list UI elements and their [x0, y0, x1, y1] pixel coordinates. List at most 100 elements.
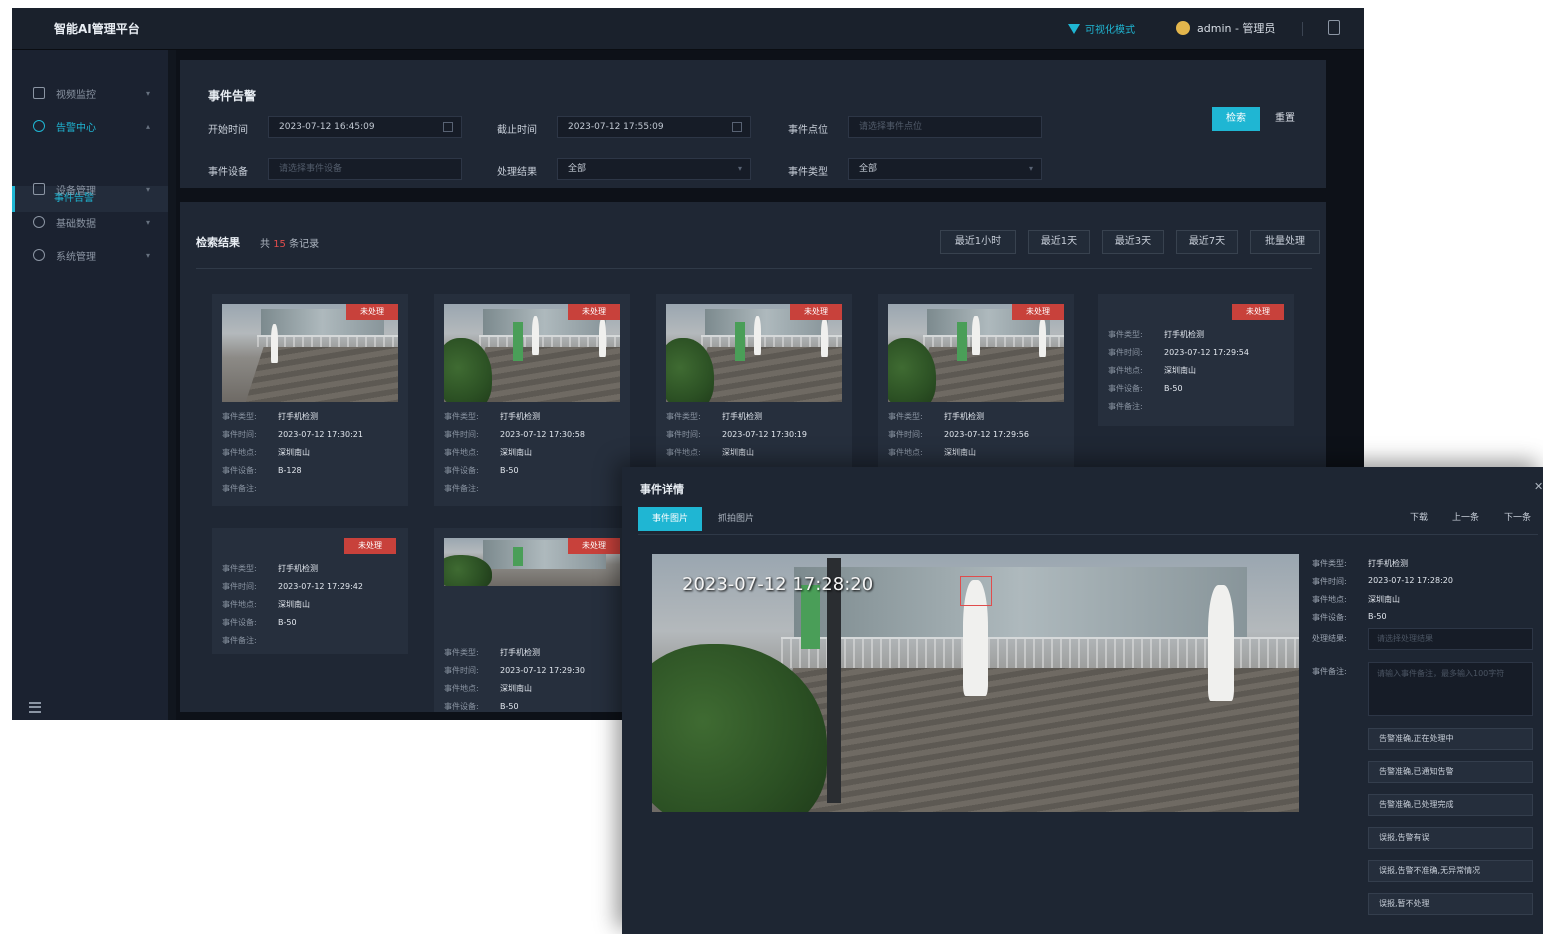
scene-sign: [956, 321, 968, 361]
status-badge: 未处理: [568, 538, 620, 554]
event-card[interactable]: 未处理 事件类型: 打手机检测 事件时间: 2023-07-12 17:30:19 …: [656, 294, 852, 467]
event-info: 事件类型: 打手机检测 事件时间: 2023-07-12 17:30:19 事件地点…: [666, 408, 807, 462]
key: 事件设备:: [1108, 384, 1143, 393]
point-select[interactable]: 请选择事件点位: [848, 116, 1042, 138]
scene-floor: [244, 347, 398, 402]
key: 事件类型:: [666, 412, 701, 421]
device-label: 事件设备: [208, 167, 248, 178]
value: B-50: [500, 466, 519, 475]
action-button[interactable]: 误报,告警有误: [1368, 827, 1533, 849]
event-card[interactable]: 未处理 事件类型: 打手机检测 事件时间: 2023-07-12 17:29:42 …: [212, 528, 408, 654]
user-name: admin - 管理员: [1197, 22, 1276, 35]
key: 事件地点:: [666, 448, 701, 457]
action-button[interactable]: 误报,告警不准确,无异常情况: [1368, 860, 1533, 882]
sidebar-item-alarm[interactable]: 告警中心 ▴: [12, 111, 168, 141]
key: 事件时间:: [888, 430, 923, 439]
batch-process-button[interactable]: 批量处理: [1250, 230, 1320, 254]
value: 2023-07-12 17:29:42: [278, 582, 363, 591]
value: B-50: [278, 618, 297, 627]
value: 深圳南山: [500, 448, 532, 457]
event-card[interactable]: 未处理 事件类型: 打手机检测 事件时间: 2023-07-12 17:29:54 …: [1098, 294, 1294, 426]
download-button[interactable]: 下载: [1410, 510, 1428, 523]
event-info: 事件类型: 打手机检测 事件时间: 2023-07-12 17:29:30 事件地点…: [444, 644, 585, 716]
search-button[interactable]: 检索: [1212, 107, 1260, 131]
result-select-value: 全部: [568, 164, 587, 174]
chevron-down-icon: ▾: [146, 184, 151, 194]
detail-type-value: 打手机检测: [1368, 559, 1408, 568]
event-image[interactable]: 2023-07-12 17:28:20: [652, 554, 1299, 812]
event-info: 事件类型: 打手机检测 事件时间: 2023-07-12 17:29:42 事件地点…: [222, 560, 363, 650]
tab-event-image[interactable]: 事件图片: [638, 507, 702, 531]
count-number: 15: [273, 239, 286, 250]
key: 事件类型:: [222, 564, 257, 573]
last-hour-button[interactable]: 最近1小时: [940, 230, 1016, 254]
last-day-button[interactable]: 最近1天: [1028, 230, 1090, 254]
action-button[interactable]: 误报,暂不处理: [1368, 893, 1533, 915]
collapse-menu-icon[interactable]: [29, 702, 41, 713]
page-title: 事件告警: [208, 89, 257, 103]
tab-capture-image[interactable]: 抓拍图片: [704, 507, 768, 531]
sidebar: 视频监控 ▾ 告警中心 ▴ 事件告警 设备管理 ▾ 基础数据 ▾ 系统管理 ▾: [12, 50, 168, 720]
sidebar-item-data[interactable]: 基础数据 ▾: [12, 207, 168, 237]
logout-icon[interactable]: [1328, 20, 1340, 35]
note-textarea[interactable]: 请输入事件备注，最多输入100字符: [1368, 662, 1533, 716]
event-info: 事件类型: 打手机检测 事件时间: 2023-07-12 17:29:56 事件地点…: [888, 408, 1029, 462]
key: 事件设备:: [444, 702, 479, 711]
type-select[interactable]: 全部 ▾: [848, 158, 1042, 180]
action-button[interactable]: 告警准确,正在处理中: [1368, 728, 1533, 750]
chevron-down-icon: ▾: [146, 250, 151, 260]
value: 2023-07-12 17:29:30: [500, 666, 585, 675]
event-card[interactable]: 未处理 事件类型: 打手机检测 事件时间: 2023-07-12 17:29:56 …: [878, 294, 1074, 467]
event-card[interactable]: 未处理 事件类型: 打手机检测 事件时间: 2023-07-12 17:30:21 …: [212, 294, 408, 506]
end-time-input[interactable]: 2023-07-12 17:55:09: [557, 116, 751, 138]
view-mode-toggle[interactable]: 可视化模式: [1068, 21, 1135, 36]
status-badge: 未处理: [1232, 304, 1284, 320]
last-7-days-button[interactable]: 最近7天: [1176, 230, 1238, 254]
count-suffix: 条记录: [289, 239, 320, 250]
scene-person: [972, 315, 980, 355]
value: 打手机检测: [944, 412, 984, 421]
key: 事件地点:: [1108, 366, 1143, 375]
action-button[interactable]: 告警准确,已通知告警: [1368, 761, 1533, 783]
key: 事件备注:: [222, 484, 257, 493]
sidebar-item-video[interactable]: 视频监控 ▾: [12, 78, 168, 108]
gear-icon: [33, 249, 45, 261]
prev-button[interactable]: 上一条: [1452, 510, 1479, 523]
calendar-icon: [443, 122, 453, 132]
close-icon[interactable]: ✕: [1534, 480, 1543, 493]
sidebar-item-system[interactable]: 系统管理 ▾: [12, 240, 168, 270]
type-select-value: 全部: [859, 164, 878, 174]
view-mode-label: 可视化模式: [1085, 25, 1135, 36]
result-select[interactable]: 请选择处理结果: [1368, 628, 1533, 650]
result-count: 共 15 条记录: [260, 235, 319, 250]
filter-icon: [1068, 23, 1080, 34]
detail-place-key: 事件地点:: [1312, 595, 1347, 604]
start-time-input[interactable]: 2023-07-12 16:45:09: [268, 116, 462, 138]
value: 深圳南山: [722, 448, 754, 457]
sidebar-item-device[interactable]: 设备管理 ▾: [12, 174, 168, 204]
value: 打手机检测: [278, 412, 318, 421]
key: 事件地点:: [888, 448, 923, 457]
event-card[interactable]: 未处理 事件类型: 打手机检测 事件时间: 2023-07-12 17:30:58 …: [434, 294, 630, 506]
end-time-label: 截止时间: [497, 125, 537, 136]
key: 事件设备:: [444, 466, 479, 475]
result-select[interactable]: 全部 ▾: [557, 158, 751, 180]
event-card[interactable]: 未处理 事件类型: 打手机检测 事件时间: 2023-07-12 17:29:30 …: [434, 528, 630, 712]
key: 事件地点:: [444, 684, 479, 693]
user-menu[interactable]: admin - 管理员: [1176, 20, 1275, 36]
key: 事件类型:: [888, 412, 923, 421]
reset-button[interactable]: 重置: [1262, 107, 1308, 131]
next-button[interactable]: 下一条: [1504, 510, 1531, 523]
last-3-days-button[interactable]: 最近3天: [1102, 230, 1164, 254]
top-divider: [1302, 22, 1303, 36]
action-button[interactable]: 告警准确,已处理完成: [1368, 794, 1533, 816]
camera-icon: [33, 183, 45, 195]
chevron-down-icon: ▾: [146, 217, 151, 227]
chevron-down-icon: ▾: [737, 164, 742, 173]
value: 2023-07-12 17:30:58: [500, 430, 585, 439]
key: 事件类型:: [444, 648, 479, 657]
detail-note-key: 事件备注:: [1312, 667, 1347, 676]
device-select[interactable]: 请选择事件设备: [268, 158, 462, 180]
key: 事件类型:: [222, 412, 257, 421]
value: 打手机检测: [1164, 330, 1204, 339]
